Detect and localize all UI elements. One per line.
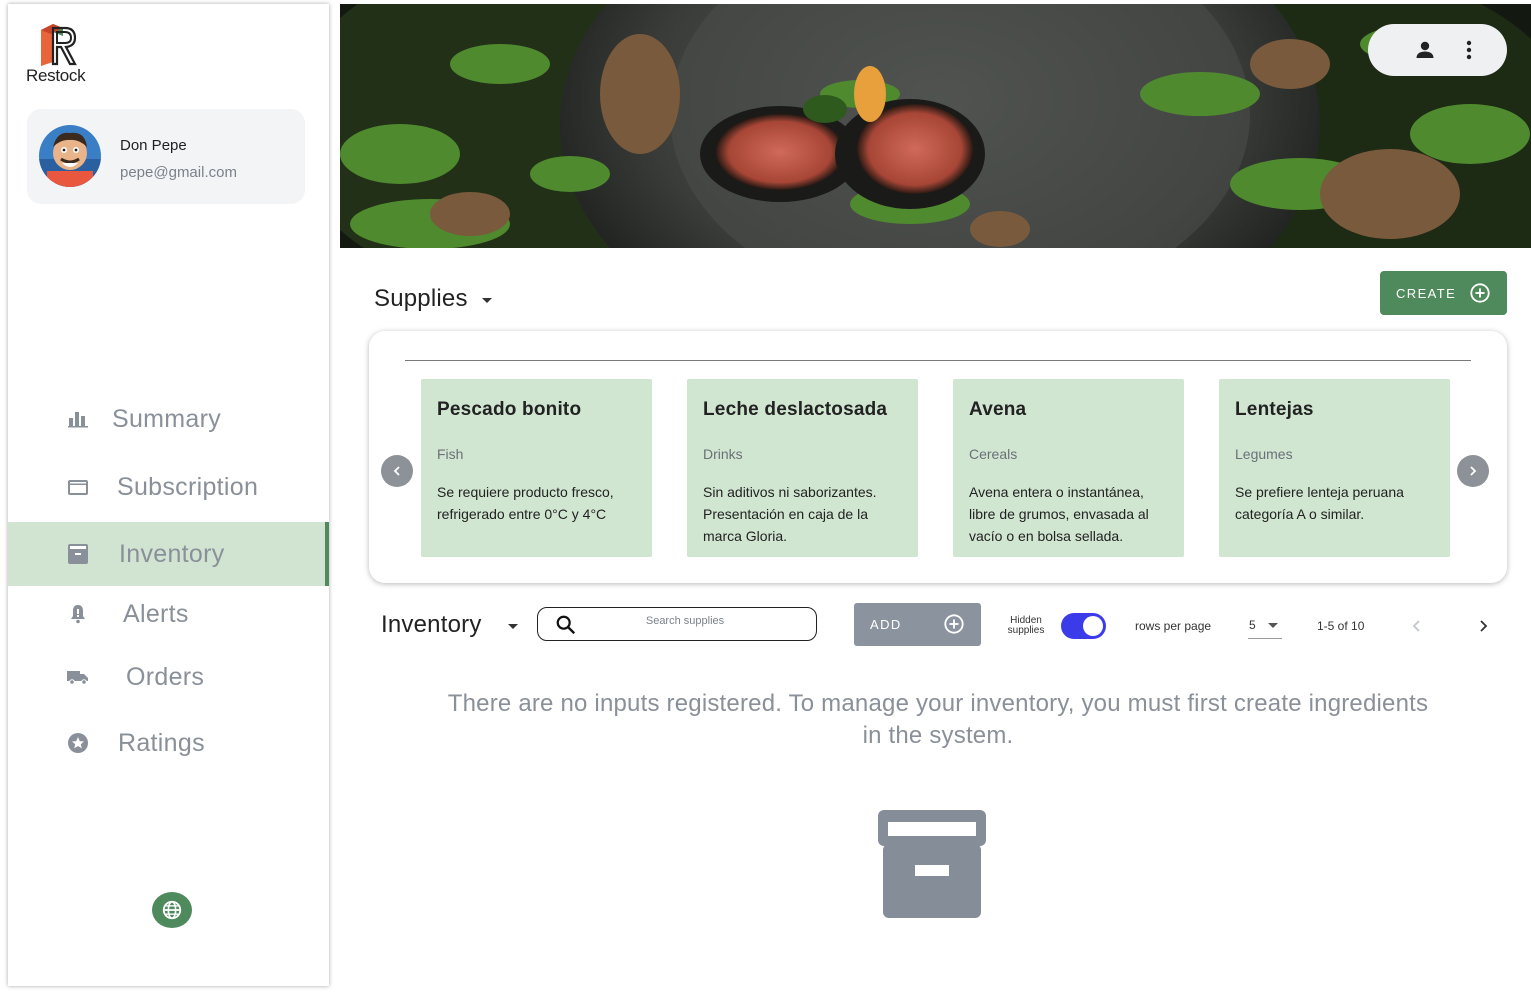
inventory-title[interactable]: Inventory [381,611,482,639]
supply-card-description: Se requiere producto fresco, refrigerado… [437,484,614,522]
supply-card-title: Avena [969,399,1027,420]
sidebar-item-subscription[interactable]: Subscription [8,455,329,519]
supply-card-description: Avena entera o instantánea, libre de gru… [969,484,1149,544]
supply-card[interactable]: Avena Cereals Avena entera o instantánea… [953,379,1184,557]
sidebar-item-ratings[interactable]: Ratings [8,711,329,775]
empty-state-message: There are no inputs registered. To manag… [447,690,1429,749]
supply-card-description: Se prefiere lenteja peruana categoría A … [1235,484,1404,522]
user-card[interactable]: Don Pepe pepe@gmail.com [27,109,305,204]
divider [405,360,1471,361]
chevron-down-icon [1268,623,1278,628]
pagination-range: 1-5 of 10 [1317,619,1365,633]
sidebar-item-inventory[interactable]: Inventory [8,522,329,586]
carousel-prev-button[interactable] [381,455,413,487]
star-circle-icon [68,733,88,753]
add-button-label: ADD [870,617,902,632]
supply-card-title: Leche deslactosada [703,399,888,420]
supplies-dropdown-caret-icon[interactable] [482,298,492,303]
archive-box-icon [878,810,986,918]
hidden-supplies-label: Hidden supplies [1007,615,1045,636]
supply-card[interactable]: Lentejas Legumes Se prefiere lenteja per… [1219,379,1450,557]
carousel-next-button[interactable] [1457,455,1489,487]
chevron-right-icon [1470,466,1477,476]
supply-card-title: Pescado bonito [437,399,582,420]
sidebar-item-orders[interactable]: Orders [8,645,329,709]
add-circle-icon [1470,283,1490,303]
language-button[interactable] [152,892,192,928]
next-page-icon[interactable] [1474,617,1492,635]
sidebar: Restock Don Pepe pepe@gmail.com Summary … [8,4,329,986]
account-menu-pill [1368,24,1507,76]
previous-page-icon[interactable] [1408,617,1426,635]
sidebar-item-label: Subscription [117,472,259,501]
user-name: Don Pepe [120,137,187,154]
create-button-label: CREATE [1396,285,1457,301]
bell-alert-icon [71,605,85,624]
add-circle-icon [944,614,964,634]
globe-icon [162,900,182,920]
chevron-left-icon [393,466,400,476]
search-input[interactable] [598,614,772,628]
search-field[interactable] [537,607,817,641]
app-name: Restock [26,66,86,85]
archive-icon [68,544,88,564]
app-logo[interactable]: Restock [26,22,96,86]
rows-per-page-label: rows per page [1135,619,1212,633]
supply-card-category: Legumes [1235,446,1293,462]
sidebar-item-alerts[interactable]: Alerts [8,582,329,646]
user-email: pepe@gmail.com [120,164,237,181]
supply-card[interactable]: Pescado bonito Fish Se requiere producto… [421,379,652,557]
hero-banner-image [340,4,1531,248]
sidebar-item-label: Summary [112,404,222,433]
sidebar-item-label: Ratings [118,728,205,757]
rows-per-page-select[interactable]: 5 [1248,612,1282,639]
hidden-supplies-toggle[interactable] [1061,613,1106,639]
sidebar-item-label: Orders [126,662,205,691]
bar-chart-icon [68,412,88,428]
more-vertical-icon[interactable] [1457,38,1481,62]
supply-card-title: Lentejas [1235,399,1314,420]
sidebar-item-label: Inventory [119,539,225,568]
supply-card-description: Sin aditivos ni saborizantes. Presentaci… [703,484,877,544]
supply-card[interactable]: Leche deslactosada Drinks Sin aditivos n… [687,379,918,557]
sidebar-item-summary[interactable]: Summary [8,387,329,451]
restock-logo-icon [41,24,77,66]
add-button[interactable]: ADD [854,603,981,646]
search-icon [556,615,576,635]
supplies-title[interactable]: Supplies [374,285,468,313]
user-icon[interactable] [1413,38,1437,62]
sidebar-item-label: Alerts [123,599,189,628]
supplies-carousel: Pescado bonito Fish Se requiere producto… [369,331,1507,583]
toggle-knob [1083,616,1103,636]
avatar [39,125,101,187]
rows-per-page-value: 5 [1249,618,1256,632]
inventory-dropdown-caret-icon[interactable] [508,624,518,629]
supply-card-category: Fish [437,446,464,462]
truck-icon [67,671,88,685]
credit-card-icon [68,480,88,495]
supply-card-category: Cereals [969,446,1018,462]
supply-card-category: Drinks [703,446,743,462]
create-button[interactable]: CREATE [1380,271,1507,315]
